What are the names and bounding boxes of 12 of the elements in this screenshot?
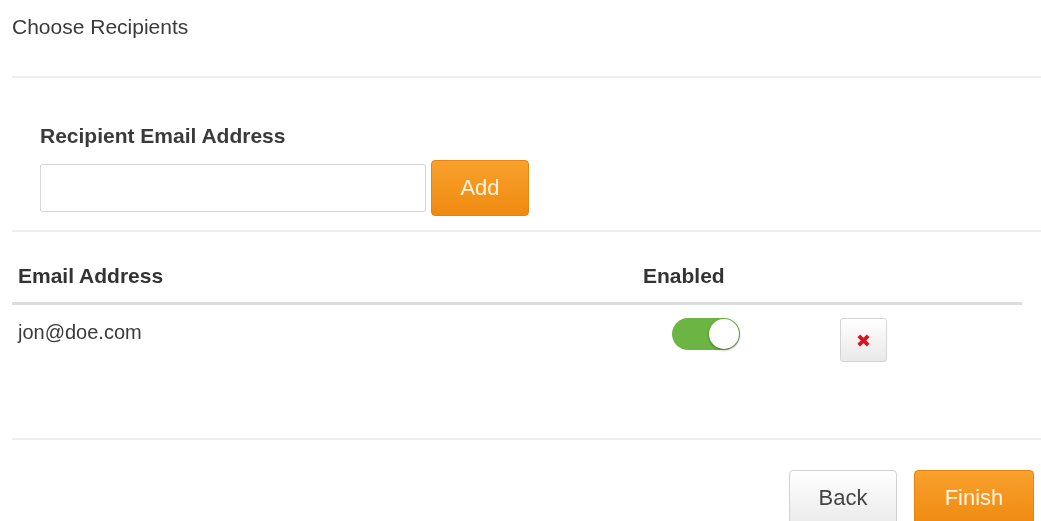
field-label: Recipient Email Address [40,124,287,148]
email-input-field[interactable] [40,164,426,212]
close-icon [856,332,871,348]
toggle-switch[interactable] [672,318,740,350]
section-title: Choose Recipients [12,15,189,39]
finish-button[interactable]: Finish [914,470,1034,521]
back-button[interactable]: Back [789,470,897,521]
add-button[interactable]: Add [431,160,529,216]
column-header: Email Address [18,264,164,288]
email-address: jon@doe.com [18,321,142,344]
delete-button[interactable] [840,318,887,362]
column-header: Enabled [643,264,725,288]
